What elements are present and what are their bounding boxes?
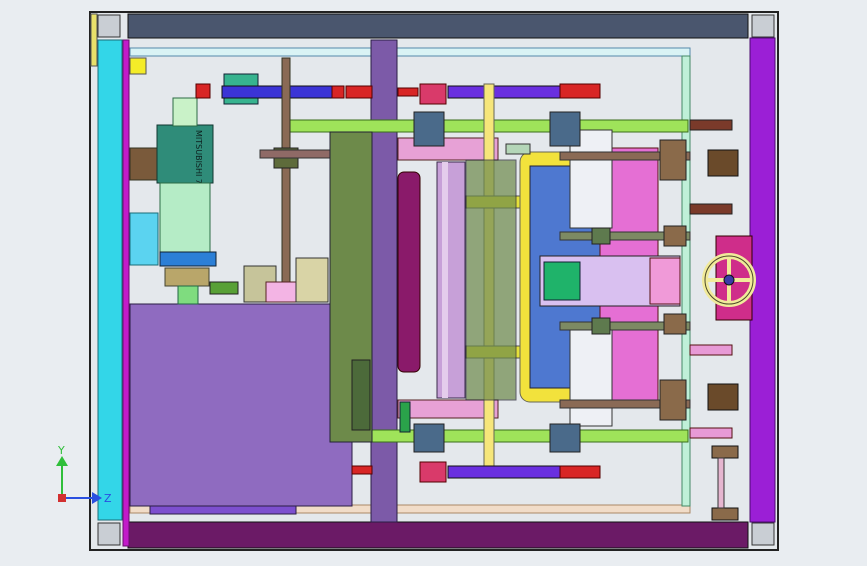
gear-bottom-2 [711, 507, 739, 521]
gear-lower [707, 383, 739, 411]
corner-block-tr [751, 14, 775, 38]
main-roller-highlight [442, 162, 448, 398]
red-rod-top [397, 87, 419, 97]
top-blue-cylinder-right [447, 85, 561, 99]
bearing-block [295, 257, 329, 303]
actuator-end-block [649, 257, 681, 305]
corner-block-bl [97, 522, 121, 546]
lower-block-a [413, 423, 445, 453]
top-beam [127, 13, 749, 39]
upper-block-a [413, 111, 445, 147]
top-fitting-b [559, 83, 601, 99]
bearing-mid-upper [663, 225, 687, 247]
lower-block-b [549, 423, 581, 453]
green-bracket [399, 401, 411, 433]
pink-header-block [397, 137, 499, 161]
pink-footer-block [397, 399, 499, 419]
top-blue-cylinder-left [221, 85, 335, 99]
bottom-fitting-a [419, 461, 447, 483]
pink-coupling [265, 281, 297, 303]
bracket-upper-right [505, 143, 531, 155]
left-magenta-strip [122, 39, 130, 547]
lower-left-foot [149, 505, 297, 515]
gear-bottom-1 [711, 445, 739, 459]
bearing-top [659, 139, 687, 181]
gear-bracket-2 [689, 203, 733, 215]
axis-y-label: Y [57, 444, 65, 457]
bottom-beam [127, 521, 749, 549]
motor-mount-cyan [129, 212, 159, 266]
central-post [370, 39, 398, 523]
bearing-bottom [659, 379, 687, 421]
assembly-drawing: MITSUBISHI 7-SH1081-G10 [56, 11, 779, 551]
hand-wheel-hub [723, 274, 735, 286]
axis-z-label: Z [104, 492, 112, 505]
motor-top-cap [172, 97, 198, 127]
main-roller [436, 161, 466, 399]
coupling-green [209, 281, 239, 295]
red-fitting-3 [345, 85, 373, 99]
lower-left-block [129, 303, 353, 507]
gear-bracket-1 [689, 119, 733, 131]
shaft-clamp-upper [591, 227, 611, 245]
light-panel-lower [569, 329, 613, 427]
inner-top-rail [129, 47, 691, 57]
actuator-green-cap [543, 261, 581, 301]
vertical-thin-rod [281, 57, 291, 299]
left-yellow-tab [90, 13, 98, 67]
yellow-marker [129, 57, 147, 75]
left-cyan-column [97, 39, 123, 521]
red-fitting-2 [331, 85, 345, 99]
maroon-panel [397, 171, 421, 373]
motor-base-plate [159, 251, 217, 267]
axis-origin [58, 494, 66, 502]
motor-shaft [177, 285, 199, 305]
motor-flange [129, 147, 159, 181]
gear-upper [707, 149, 739, 177]
bottom-fitting-b [559, 465, 601, 479]
red-fitting-1 [195, 83, 211, 99]
cad-viewport[interactable]: MITSUBISHI 7-SH1081-G10 [0, 0, 867, 562]
motor-body-cylinder [159, 182, 211, 254]
motor-coupling [164, 267, 210, 287]
corner-block-br [751, 522, 775, 546]
motor-nameplate-body [156, 124, 214, 184]
olive-plate-lower [351, 359, 371, 431]
shaft-clamp-lower [591, 317, 611, 335]
bottom-shaft [717, 457, 725, 509]
gear-bracket-4 [689, 427, 733, 439]
gear-bracket-3 [689, 344, 733, 356]
axis-y-arrow [56, 456, 68, 466]
bottom-red-rod [351, 465, 373, 475]
bearing-mid-lower [663, 313, 687, 335]
upper-block-b [549, 111, 581, 147]
corner-block-tl [97, 14, 121, 38]
bottom-blue-cylinder [447, 465, 561, 479]
top-fitting-a [419, 83, 447, 105]
roller-back-plate [465, 159, 517, 401]
